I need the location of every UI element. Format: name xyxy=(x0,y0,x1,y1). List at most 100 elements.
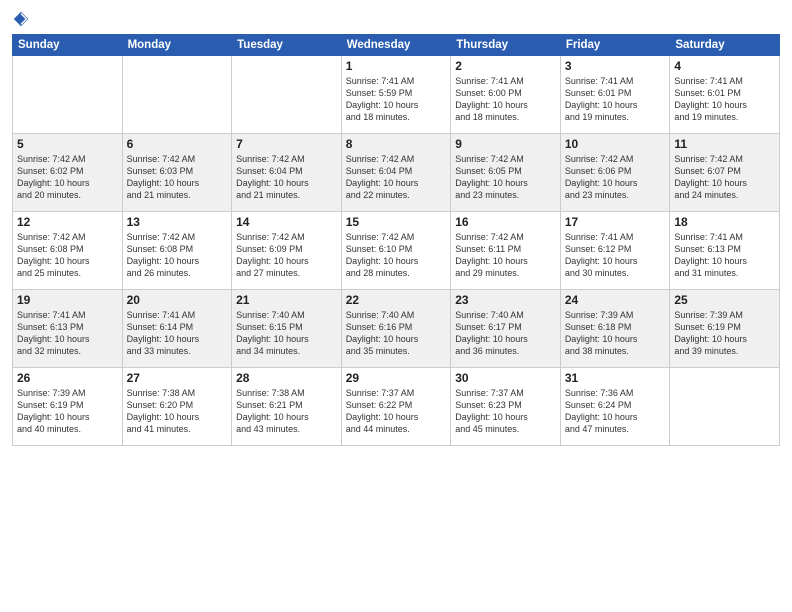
day-number: 27 xyxy=(127,371,228,385)
day-number: 25 xyxy=(674,293,775,307)
day-info: Sunrise: 7:42 AM Sunset: 6:11 PM Dayligh… xyxy=(455,231,556,280)
day-info: Sunrise: 7:36 AM Sunset: 6:24 PM Dayligh… xyxy=(565,387,666,436)
calendar-cell: 21 Sunrise: 7:40 AM Sunset: 6:15 PM Dayli… xyxy=(232,290,342,368)
day-number: 30 xyxy=(455,371,556,385)
calendar-cell: 11 Sunrise: 7:42 AM Sunset: 6:07 PM Dayli… xyxy=(670,134,780,212)
day-info: Sunrise: 7:42 AM Sunset: 6:08 PM Dayligh… xyxy=(127,231,228,280)
day-number: 3 xyxy=(565,59,666,73)
day-info: Sunrise: 7:41 AM Sunset: 6:13 PM Dayligh… xyxy=(17,309,118,358)
day-info: Sunrise: 7:42 AM Sunset: 6:03 PM Dayligh… xyxy=(127,153,228,202)
day-number: 1 xyxy=(346,59,447,73)
day-number: 20 xyxy=(127,293,228,307)
calendar-cell: 3 Sunrise: 7:41 AM Sunset: 6:01 PM Daylig… xyxy=(560,56,670,134)
day-number: 10 xyxy=(565,137,666,151)
day-number: 13 xyxy=(127,215,228,229)
calendar-cell: 4 Sunrise: 7:41 AM Sunset: 6:01 PM Daylig… xyxy=(670,56,780,134)
calendar-cell: 13 Sunrise: 7:42 AM Sunset: 6:08 PM Dayli… xyxy=(122,212,232,290)
calendar-cell: 10 Sunrise: 7:42 AM Sunset: 6:06 PM Dayli… xyxy=(560,134,670,212)
day-number: 18 xyxy=(674,215,775,229)
day-info: Sunrise: 7:41 AM Sunset: 6:01 PM Dayligh… xyxy=(674,75,775,124)
day-number: 2 xyxy=(455,59,556,73)
day-number: 21 xyxy=(236,293,337,307)
day-info: Sunrise: 7:41 AM Sunset: 6:12 PM Dayligh… xyxy=(565,231,666,280)
day-number: 17 xyxy=(565,215,666,229)
calendar-cell: 7 Sunrise: 7:42 AM Sunset: 6:04 PM Daylig… xyxy=(232,134,342,212)
week-row-3: 12 Sunrise: 7:42 AM Sunset: 6:08 PM Dayli… xyxy=(13,212,780,290)
day-info: Sunrise: 7:42 AM Sunset: 6:04 PM Dayligh… xyxy=(236,153,337,202)
calendar-cell: 16 Sunrise: 7:42 AM Sunset: 6:11 PM Dayli… xyxy=(451,212,561,290)
calendar-cell: 14 Sunrise: 7:42 AM Sunset: 6:09 PM Dayli… xyxy=(232,212,342,290)
week-row-4: 19Sunrise: 7:41 AM Sunset: 6:13 PM Dayli… xyxy=(13,290,780,368)
day-number: 29 xyxy=(346,371,447,385)
day-number: 23 xyxy=(455,293,556,307)
day-number: 28 xyxy=(236,371,337,385)
calendar-cell xyxy=(670,368,780,446)
day-info: Sunrise: 7:40 AM Sunset: 6:16 PM Dayligh… xyxy=(346,309,447,358)
day-info: Sunrise: 7:41 AM Sunset: 6:00 PM Dayligh… xyxy=(455,75,556,124)
day-info: Sunrise: 7:39 AM Sunset: 6:19 PM Dayligh… xyxy=(17,387,118,436)
weekday-header-thursday: Thursday xyxy=(451,35,561,56)
week-row-5: 26 Sunrise: 7:39 AM Sunset: 6:19 PM Dayli… xyxy=(13,368,780,446)
logo xyxy=(12,10,34,28)
logo-icon xyxy=(12,10,30,28)
header xyxy=(12,10,780,28)
day-info: Sunrise: 7:41 AM Sunset: 6:14 PM Dayligh… xyxy=(127,309,228,358)
day-info: Sunrise: 7:41 AM Sunset: 6:01 PM Dayligh… xyxy=(565,75,666,124)
day-info: Sunrise: 7:38 AM Sunset: 6:20 PM Dayligh… xyxy=(127,387,228,436)
day-number: 14 xyxy=(236,215,337,229)
day-number: 22 xyxy=(346,293,447,307)
day-info: Sunrise: 7:42 AM Sunset: 6:07 PM Dayligh… xyxy=(674,153,775,202)
day-number: 11 xyxy=(674,137,775,151)
day-info: Sunrise: 7:40 AM Sunset: 6:17 PM Dayligh… xyxy=(455,309,556,358)
calendar-cell: 28Sunrise: 7:38 AM Sunset: 6:21 PM Dayli… xyxy=(232,368,342,446)
day-info: Sunrise: 7:42 AM Sunset: 6:08 PM Dayligh… xyxy=(17,231,118,280)
calendar-cell: 23 Sunrise: 7:40 AM Sunset: 6:17 PM Dayli… xyxy=(451,290,561,368)
day-number: 5 xyxy=(17,137,118,151)
calendar-cell: 29 Sunrise: 7:37 AM Sunset: 6:22 PM Dayli… xyxy=(341,368,451,446)
day-info: Sunrise: 7:42 AM Sunset: 6:09 PM Dayligh… xyxy=(236,231,337,280)
week-row-2: 5 Sunrise: 7:42 AM Sunset: 6:02 PM Daylig… xyxy=(13,134,780,212)
calendar-cell: 24 Sunrise: 7:39 AM Sunset: 6:18 PM Dayli… xyxy=(560,290,670,368)
page-container: SundayMondayTuesdayWednesdayThursdayFrid… xyxy=(0,0,792,612)
day-number: 7 xyxy=(236,137,337,151)
calendar-cell: 19Sunrise: 7:41 AM Sunset: 6:13 PM Dayli… xyxy=(13,290,123,368)
calendar-cell: 9Sunrise: 7:42 AM Sunset: 6:05 PM Daylig… xyxy=(451,134,561,212)
calendar-cell: 27 Sunrise: 7:38 AM Sunset: 6:20 PM Dayli… xyxy=(122,368,232,446)
day-info: Sunrise: 7:42 AM Sunset: 6:10 PM Dayligh… xyxy=(346,231,447,280)
day-number: 8 xyxy=(346,137,447,151)
day-info: Sunrise: 7:37 AM Sunset: 6:22 PM Dayligh… xyxy=(346,387,447,436)
day-info: Sunrise: 7:39 AM Sunset: 6:18 PM Dayligh… xyxy=(565,309,666,358)
day-info: Sunrise: 7:40 AM Sunset: 6:15 PM Dayligh… xyxy=(236,309,337,358)
weekday-header-saturday: Saturday xyxy=(670,35,780,56)
calendar-cell: 20 Sunrise: 7:41 AM Sunset: 6:14 PM Dayli… xyxy=(122,290,232,368)
calendar-cell: 30 Sunrise: 7:37 AM Sunset: 6:23 PM Dayli… xyxy=(451,368,561,446)
day-number: 24 xyxy=(565,293,666,307)
day-number: 16 xyxy=(455,215,556,229)
day-number: 15 xyxy=(346,215,447,229)
day-info: Sunrise: 7:37 AM Sunset: 6:23 PM Dayligh… xyxy=(455,387,556,436)
calendar-cell xyxy=(232,56,342,134)
calendar-cell xyxy=(13,56,123,134)
weekday-header-monday: Monday xyxy=(122,35,232,56)
day-number: 31 xyxy=(565,371,666,385)
weekday-header-tuesday: Tuesday xyxy=(232,35,342,56)
calendar-cell: 31 Sunrise: 7:36 AM Sunset: 6:24 PM Dayli… xyxy=(560,368,670,446)
calendar-cell: 17 Sunrise: 7:41 AM Sunset: 6:12 PM Dayli… xyxy=(560,212,670,290)
day-info: Sunrise: 7:41 AM Sunset: 5:59 PM Dayligh… xyxy=(346,75,447,124)
day-number: 12 xyxy=(17,215,118,229)
week-row-1: 1 Sunrise: 7:41 AM Sunset: 5:59 PM Daylig… xyxy=(13,56,780,134)
day-number: 4 xyxy=(674,59,775,73)
calendar-cell: 6Sunrise: 7:42 AM Sunset: 6:03 PM Daylig… xyxy=(122,134,232,212)
weekday-header-sunday: Sunday xyxy=(13,35,123,56)
day-number: 9 xyxy=(455,137,556,151)
calendar-cell: 18Sunrise: 7:41 AM Sunset: 6:13 PM Dayli… xyxy=(670,212,780,290)
day-number: 26 xyxy=(17,371,118,385)
day-info: Sunrise: 7:42 AM Sunset: 6:04 PM Dayligh… xyxy=(346,153,447,202)
calendar-cell: 1 Sunrise: 7:41 AM Sunset: 5:59 PM Daylig… xyxy=(341,56,451,134)
calendar-cell: 12 Sunrise: 7:42 AM Sunset: 6:08 PM Dayli… xyxy=(13,212,123,290)
weekday-header-row: SundayMondayTuesdayWednesdayThursdayFrid… xyxy=(13,35,780,56)
day-info: Sunrise: 7:42 AM Sunset: 6:06 PM Dayligh… xyxy=(565,153,666,202)
calendar-cell: 15 Sunrise: 7:42 AM Sunset: 6:10 PM Dayli… xyxy=(341,212,451,290)
calendar-cell xyxy=(122,56,232,134)
day-info: Sunrise: 7:42 AM Sunset: 6:02 PM Dayligh… xyxy=(17,153,118,202)
